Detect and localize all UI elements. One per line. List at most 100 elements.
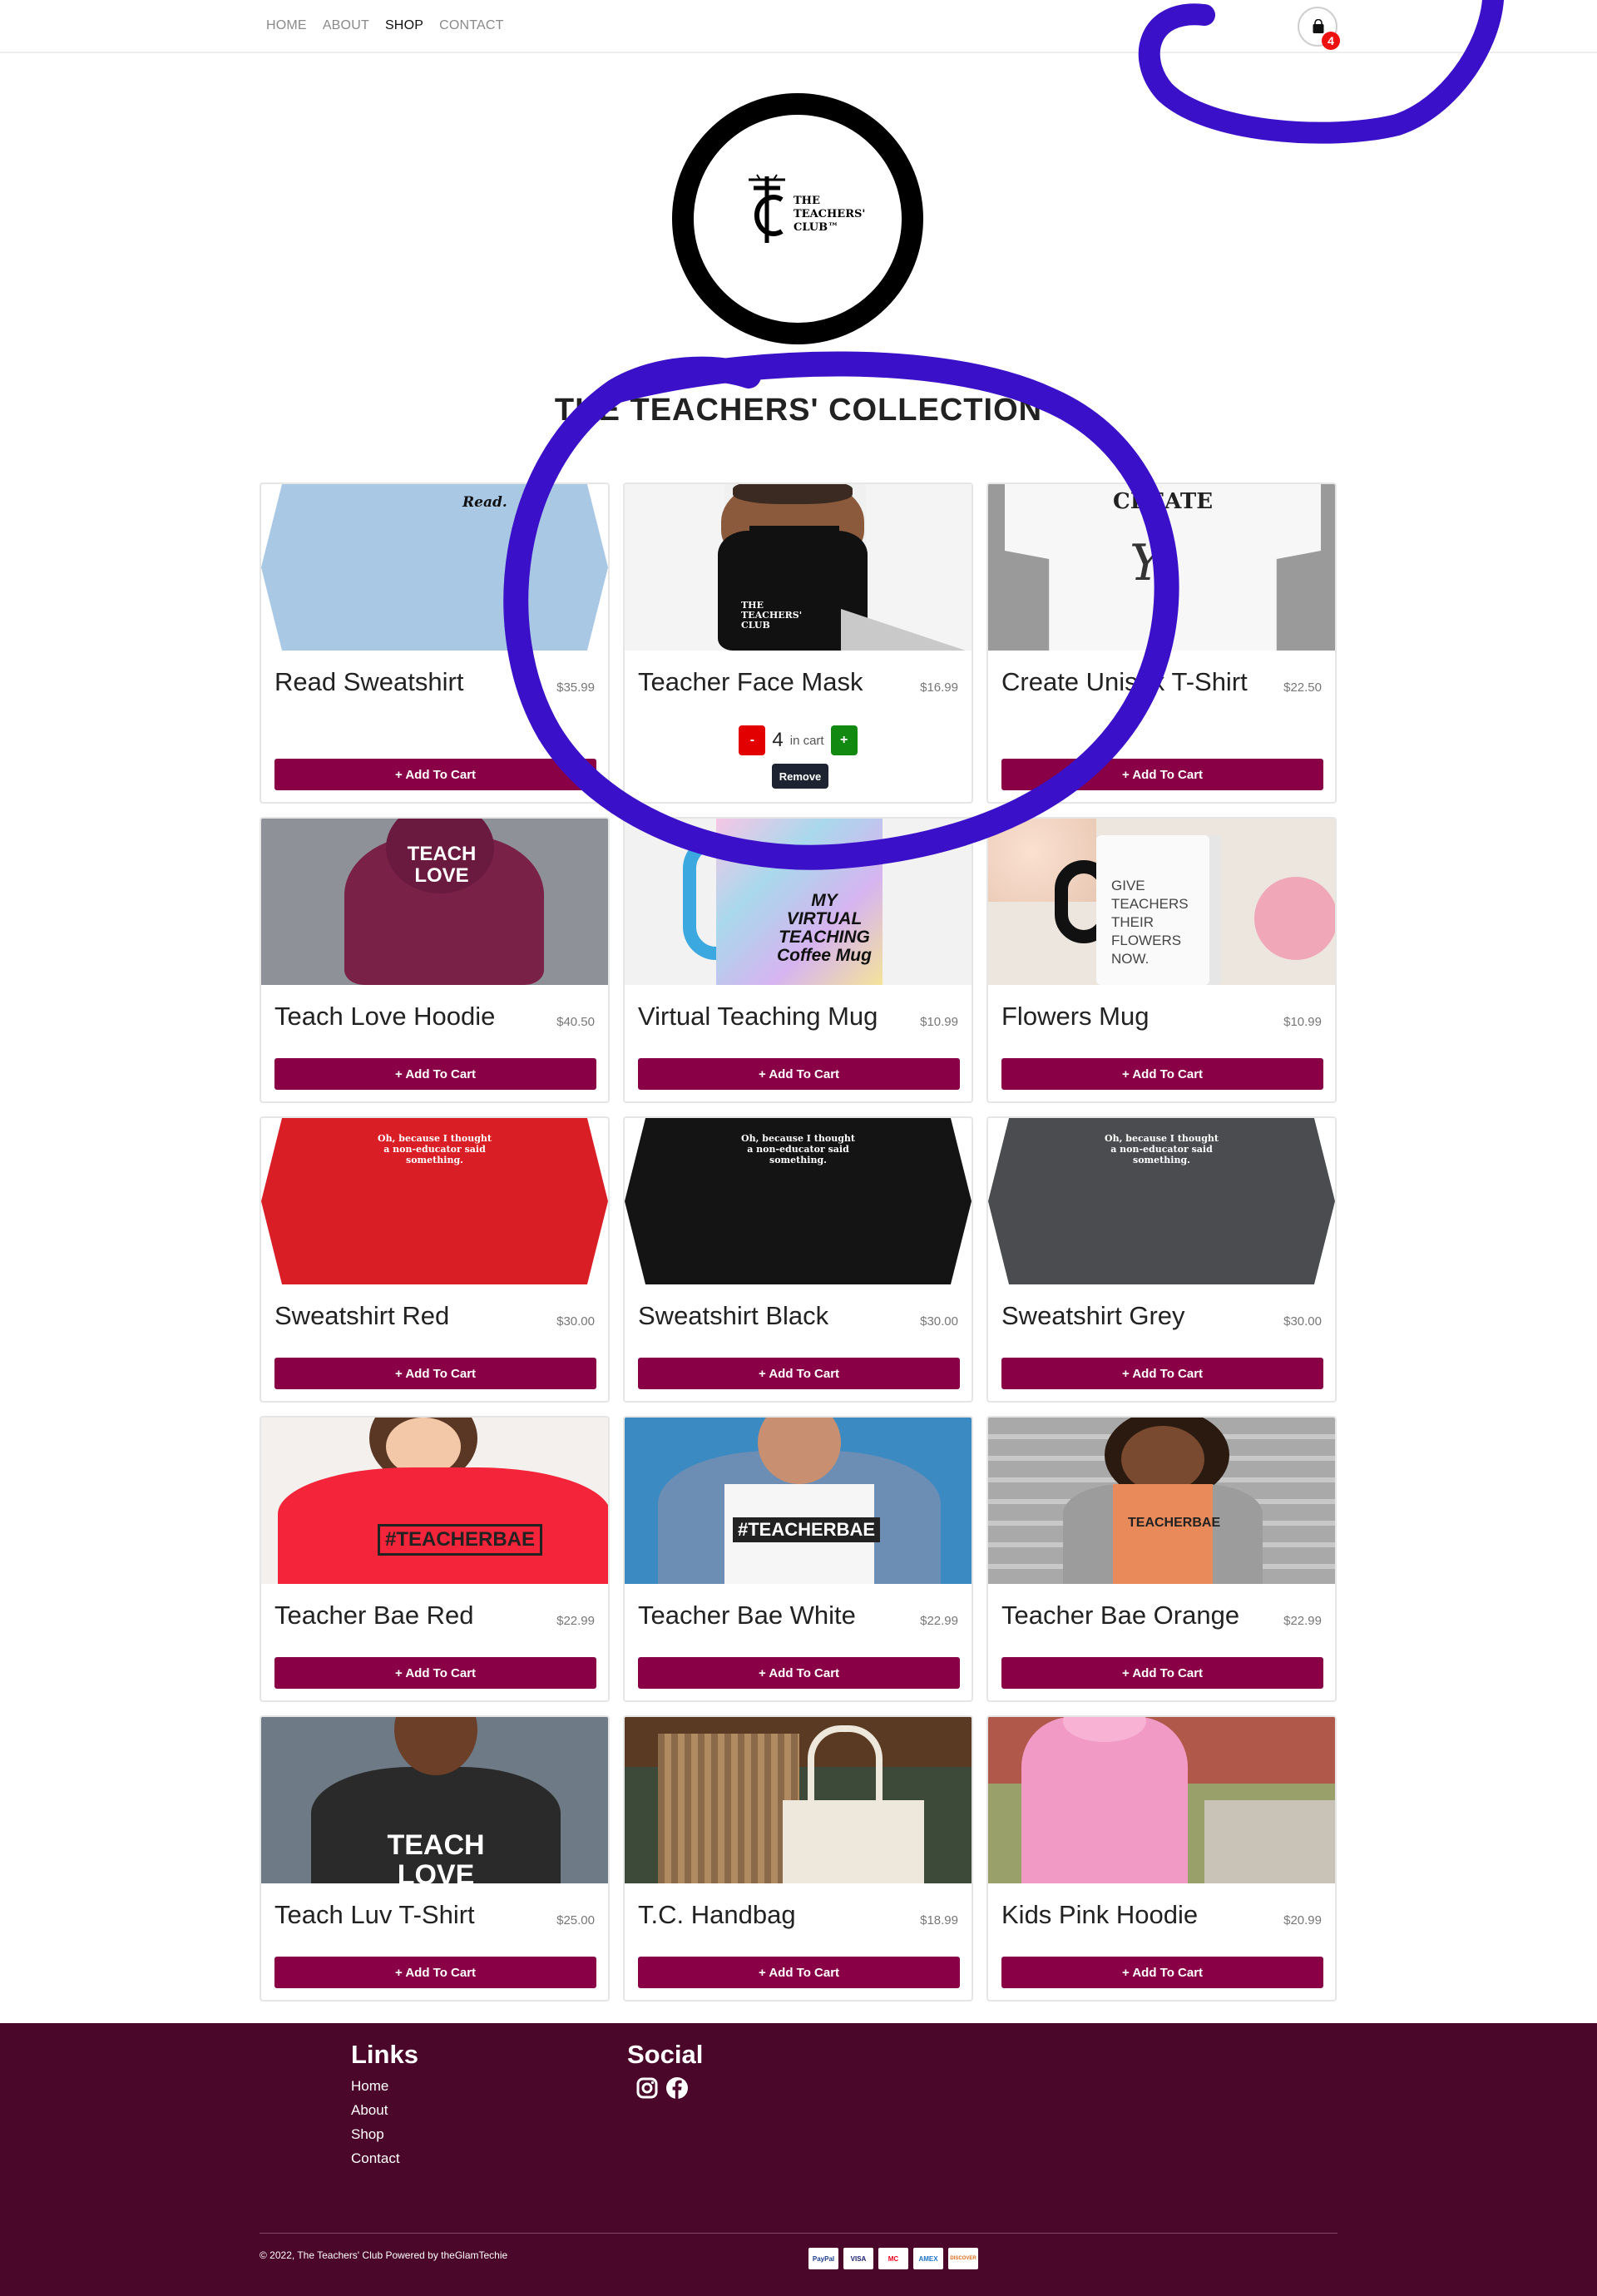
product-image[interactable]: TEACHERBAE [988,1418,1335,1584]
product-name[interactable]: Teacher Face Mask [638,667,863,697]
instagram-icon[interactable] [635,2076,659,2100]
product-name[interactable]: Teach Luv T-Shirt [274,1900,475,1930]
add-to-cart-button[interactable]: + Add To Cart [638,1058,960,1090]
product-image[interactable] [625,1717,972,1883]
add-to-cart-button[interactable]: + Add To Cart [274,759,596,790]
product-image[interactable]: TEACH LOVE [261,1717,608,1883]
product-name[interactable]: Sweatshirt Black [638,1301,828,1331]
nav-shop-link[interactable]: SHOP [385,18,423,33]
add-to-cart-button[interactable]: + Add To Cart [1001,1657,1323,1689]
product-image[interactable]: THE TEACHERS' CLUB [625,484,972,651]
product-image[interactable]: CREATE Y [988,484,1335,651]
logo-line: TEACHERS' [794,208,866,220]
product-card: TEACH LOVE Teach Luv T-Shirt $25.00 + Ad… [260,1715,610,2002]
product-image[interactable]: #TEACHERBAE [625,1418,972,1584]
footer-contact-link[interactable]: Contact [351,2150,400,2167]
remove-from-cart-button[interactable]: Remove [772,764,828,789]
product-card: THE TEACHERS' CLUB Teacher Face Mask $16… [623,482,973,804]
logo-line: CLUB™ [794,221,839,234]
product-name[interactable]: Teach Love Hoodie [274,1002,495,1032]
product-card: CREATE Y Create Unisex T-Shirt $22.50 + … [986,482,1337,804]
mastercard-icon: MC [878,2248,908,2269]
add-to-cart-button[interactable]: + Add To Cart [638,1957,960,1988]
product-name[interactable]: Virtual Teaching Mug [638,1002,878,1032]
teachers-club-logo[interactable]: THE TEACHERS' CLUB™ [672,93,923,344]
copyright-text: © 2022, The Teachers' Club Powered by th… [260,2249,508,2261]
product-price: $10.99 [1283,1015,1322,1029]
product-card: Oh, because I thought a non-educator sai… [260,1116,610,1403]
product-card: T.C. Handbag $18.99 + Add To Cart [623,1715,973,2002]
in-cart-label: in cart [789,733,824,748]
product-image[interactable]: MY VIRTUAL TEACHING Coffee Mug [625,819,972,985]
footer-shop-link[interactable]: Shop [351,2126,400,2143]
product-price: $40.50 [556,1015,595,1029]
increase-quantity-button[interactable]: + [830,725,858,755]
facebook-icon[interactable] [665,2076,689,2100]
product-image[interactable]: Read. [261,484,608,651]
cart-quantity-control: - 4 in cart + [625,725,972,755]
product-image[interactable]: GIVE TEACHERS THEIR FLOWERS NOW. [988,819,1335,985]
footer-social-title: Social [627,2040,704,2069]
social-icons [635,2076,689,2100]
add-to-cart-button[interactable]: + Add To Cart [1001,1058,1323,1090]
product-image-text: TEACH LOVE [407,843,477,887]
product-name[interactable]: Teacher Bae Orange [1001,1601,1239,1630]
product-price: $18.99 [920,1913,958,1927]
product-card: #TEACHERBAE Teacher Bae Red $22.99 + Add… [260,1416,610,1702]
add-to-cart-button[interactable]: + Add To Cart [1001,1957,1323,1988]
product-image-text: #TEACHERBAE [733,1517,881,1542]
product-name[interactable]: T.C. Handbag [638,1900,796,1930]
product-image-text: CREATE [1113,489,1214,514]
product-card: MY VIRTUAL TEACHING Coffee Mug Virtual T… [623,817,973,1103]
product-image-text: GIVE TEACHERS THEIR FLOWERS NOW. [1111,878,1189,967]
add-to-cart-button[interactable]: + Add To Cart [1001,1358,1323,1389]
product-price: $35.99 [556,680,595,695]
product-card: Kids Pink Hoodie $20.99 + Add To Cart [986,1715,1337,2002]
product-price: $22.50 [1283,680,1322,695]
footer-home-link[interactable]: Home [351,2078,400,2095]
top-navbar: HOME ABOUT SHOP CONTACT 4 [0,0,1597,53]
decrease-quantity-button[interactable]: - [739,725,766,755]
product-price: $30.00 [1283,1314,1322,1329]
logo-line: THE [794,195,820,207]
product-price: $25.00 [556,1913,595,1927]
product-price: $20.99 [1283,1913,1322,1927]
add-to-cart-button[interactable]: + Add To Cart [274,1957,596,1988]
product-price: $22.99 [556,1614,595,1628]
add-to-cart-button[interactable]: + Add To Cart [638,1657,960,1689]
product-name[interactable]: Create Unisex T-Shirt [1001,667,1248,697]
add-to-cart-button[interactable]: + Add To Cart [274,1358,596,1389]
product-card: TEACHERBAE Teacher Bae Orange $22.99 + A… [986,1416,1337,1702]
cart-button[interactable]: 4 [1298,7,1340,50]
product-name[interactable]: Read Sweatshirt [274,667,463,697]
product-price: $30.00 [920,1314,958,1329]
product-image[interactable]: Oh, because I thought a non-educator sai… [988,1118,1335,1284]
add-to-cart-button[interactable]: + Add To Cart [274,1058,596,1090]
add-to-cart-button[interactable]: + Add To Cart [638,1358,960,1389]
product-image-text: #TEACHERBAE [378,1524,543,1556]
product-name[interactable]: Sweatshirt Red [274,1301,449,1331]
product-card: Oh, because I thought a non-educator sai… [623,1116,973,1403]
cart-count-badge: 4 [1322,32,1340,50]
product-name[interactable]: Teacher Bae White [638,1601,856,1630]
nav-contact-link[interactable]: CONTACT [439,18,504,33]
collection-title: THE TEACHERS' COLLECTION [554,393,1043,428]
product-image-text: Read. [462,494,507,511]
nav-home-link[interactable]: HOME [266,18,307,33]
product-name[interactable]: Kids Pink Hoodie [1001,1900,1198,1930]
product-name[interactable]: Sweatshirt Grey [1001,1301,1185,1331]
payment-methods: PayPal VISA MC AMEX DISCOVER [808,2248,978,2269]
product-image[interactable]: Oh, because I thought a non-educator sai… [625,1118,972,1284]
nav-about-link[interactable]: ABOUT [323,18,369,33]
product-image[interactable]: TEACH LOVE [261,819,608,985]
footer-about-link[interactable]: About [351,2102,400,2119]
product-name[interactable]: Flowers Mug [1001,1002,1149,1032]
product-image[interactable]: #TEACHERBAE [261,1418,608,1584]
add-to-cart-button[interactable]: + Add To Cart [274,1657,596,1689]
product-image[interactable]: Oh, because I thought a non-educator sai… [261,1118,608,1284]
product-name[interactable]: Teacher Bae Red [274,1601,474,1630]
product-image[interactable] [988,1717,1335,1883]
product-image-text: Oh, because I thought a non-educator sai… [378,1133,492,1165]
tc-monogram-icon [749,174,785,243]
add-to-cart-button[interactable]: + Add To Cart [1001,759,1323,790]
